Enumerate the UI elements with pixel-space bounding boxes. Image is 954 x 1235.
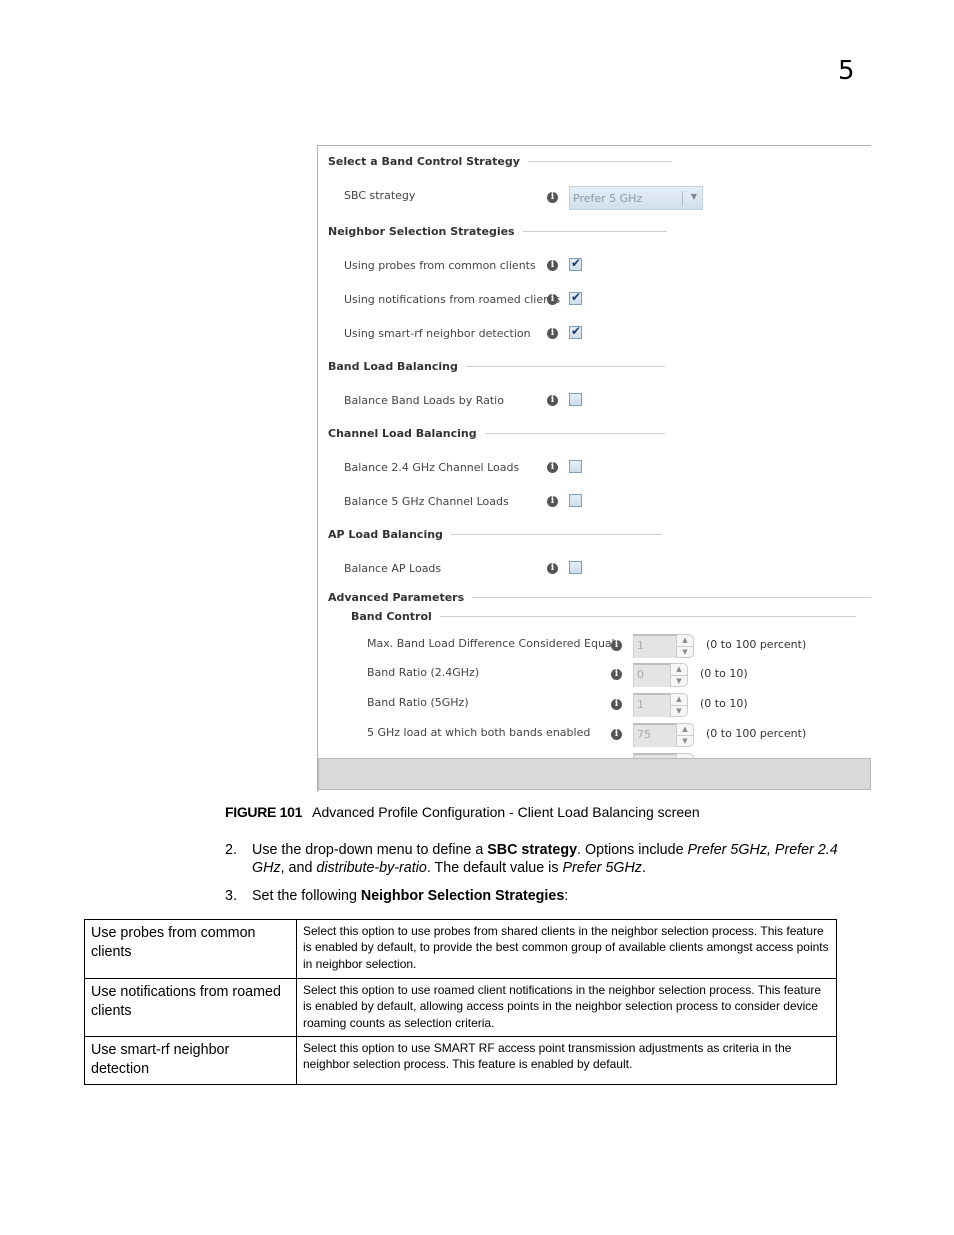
step-number: 3.	[225, 888, 237, 904]
info-icon[interactable]: i	[547, 260, 558, 271]
spinner-label: Band Ratio (5GHz)	[367, 696, 469, 709]
spinner-down-icon[interactable]: ▼	[671, 706, 687, 717]
info-icon[interactable]: i	[547, 192, 558, 203]
info-icon[interactable]: i	[611, 729, 622, 740]
info-icon[interactable]: i	[547, 496, 558, 507]
balance-band-loads-checkbox[interactable]	[569, 393, 582, 406]
term-sbc-strategy: SBC strategy	[487, 842, 578, 858]
section-divider	[472, 597, 871, 598]
section-divider	[450, 534, 662, 535]
definition-cell: Select this option to use probes from sh…	[296, 919, 837, 979]
range-hint: (0 to 100 percent)	[706, 638, 807, 651]
definition-cell: Select this option to use SMART RF acces…	[296, 1036, 837, 1085]
screen-footer-bar	[318, 758, 871, 790]
section-band-load-balancing: Band Load Balancing	[328, 360, 665, 373]
checkbox-label: Using smart-rf neighbor detection	[344, 327, 531, 340]
notifications-roamed-clients-checkbox[interactable]	[569, 290, 582, 305]
section-divider	[522, 231, 667, 232]
info-icon[interactable]: i	[547, 328, 558, 339]
spinner-down-icon[interactable]: ▼	[677, 736, 693, 747]
neighbor-selection-table: Use probes from common clients Select th…	[84, 919, 837, 1085]
term-cell: Use smart-rf neighbor detection	[84, 1036, 297, 1085]
spinner-down-icon[interactable]: ▼	[677, 647, 693, 658]
range-hint: (0 to 100 percent)	[706, 727, 807, 740]
balance-24ghz-channel-checkbox[interactable]	[569, 460, 582, 473]
section-divider	[484, 433, 665, 434]
section-band-control-strategy: Select a Band Control Strategy	[328, 155, 672, 168]
sbc-strategy-value: Prefer 5 GHz	[573, 192, 643, 205]
step-text: Use the drop-down menu to define a SBC s…	[252, 842, 838, 876]
checkbox-label: Using probes from common clients	[344, 259, 536, 272]
balance-5ghz-channel-checkbox[interactable]	[569, 494, 582, 507]
section-divider	[439, 616, 856, 617]
checkbox-label: Using notifications from roamed clients	[344, 293, 561, 306]
checkbox-label: Balance 5 GHz Channel Loads	[344, 495, 509, 508]
spinner-label: Max. Band Load Difference Considered Equ…	[367, 637, 615, 650]
section-divider	[465, 366, 665, 367]
spinner-input[interactable]: 1	[633, 634, 676, 658]
section-channel-load-balancing: Channel Load Balancing	[328, 427, 665, 440]
table-row: Use notifications from roamed clients Se…	[84, 978, 837, 1037]
spinner-up-icon[interactable]: ▲	[677, 635, 693, 647]
info-icon[interactable]: i	[547, 462, 558, 473]
step-text: Set the following Neighbor Selection Str…	[252, 888, 569, 904]
spinner-label: Band Ratio (2.4GHz)	[367, 666, 480, 679]
spinner-up-icon[interactable]: ▲	[671, 664, 687, 676]
info-icon[interactable]: i	[547, 294, 558, 305]
sbc-strategy-dropdown[interactable]: Prefer 5 GHz ▼	[569, 186, 703, 210]
checkbox-label: Balance 2.4 GHz Channel Loads	[344, 461, 520, 474]
spinner-buttons[interactable]: ▲ ▼	[670, 693, 688, 717]
range-hint: (0 to 10)	[700, 697, 748, 710]
spinner-buttons[interactable]: ▲ ▼	[676, 634, 694, 658]
spinner-down-icon[interactable]: ▼	[671, 676, 687, 687]
section-neighbor-selection: Neighbor Selection Strategies	[328, 225, 667, 238]
info-icon[interactable]: i	[611, 640, 622, 651]
table-row: Use probes from common clients Select th…	[84, 919, 837, 979]
info-icon[interactable]: i	[611, 669, 622, 680]
section-band-control: Band Control	[351, 610, 856, 623]
dropdown-separator	[682, 191, 683, 206]
term-cell: Use probes from common clients	[84, 919, 297, 979]
probes-common-clients-checkbox[interactable]	[569, 256, 582, 271]
smart-rf-neighbor-detection-checkbox[interactable]	[569, 324, 582, 339]
figure-number: FIGURE 101	[225, 804, 303, 820]
chapter-number: 5	[838, 56, 855, 86]
figure-title: Advanced Profile Configuration - Client …	[312, 804, 700, 820]
spinner-input[interactable]: 0	[633, 663, 670, 687]
spinner-label: 5 GHz load at which both bands enabled	[367, 726, 591, 739]
term-neighbor-selection: Neighbor Selection Strategies	[360, 888, 565, 904]
checkbox-label: Balance AP Loads	[344, 562, 442, 575]
info-icon[interactable]: i	[611, 699, 622, 710]
chevron-down-icon: ▼	[690, 192, 697, 201]
definition-cell: Select this option to use roamed client …	[296, 978, 837, 1037]
range-hint: (0 to 10)	[700, 667, 748, 680]
client-load-balancing-screenshot: Select a Band Control Strategy SBC strat…	[317, 145, 871, 792]
sbc-strategy-label: SBC strategy	[344, 189, 416, 202]
spinner-buttons[interactable]: ▲ ▼	[676, 723, 694, 747]
balance-ap-loads-checkbox[interactable]	[569, 561, 582, 574]
section-divider	[527, 161, 672, 162]
term-cell: Use notifications from roamed clients	[84, 978, 297, 1037]
info-icon[interactable]: i	[547, 395, 558, 406]
figure-caption: FIGURE 101 Advanced Profile Configuration…	[225, 804, 700, 820]
spinner-buttons[interactable]: ▲ ▼	[670, 663, 688, 687]
spinner-input[interactable]: 75	[633, 723, 676, 747]
info-icon[interactable]: i	[547, 563, 558, 574]
checkbox-label: Balance Band Loads by Ratio	[344, 394, 504, 407]
spinner-input[interactable]: 1	[633, 693, 670, 717]
section-ap-load-balancing: AP Load Balancing	[328, 528, 662, 541]
table-row: Use smart-rf neighbor detection Select t…	[84, 1036, 837, 1085]
step-number: 2.	[225, 842, 237, 858]
section-advanced-parameters: Advanced Parameters	[328, 591, 871, 604]
spinner-up-icon[interactable]: ▲	[677, 724, 693, 736]
spinner-up-icon[interactable]: ▲	[671, 694, 687, 706]
